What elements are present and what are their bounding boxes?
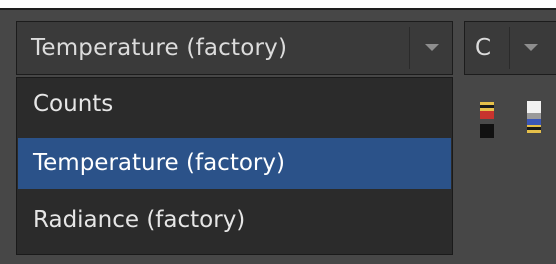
select-separator	[409, 27, 410, 69]
select-separator	[509, 27, 510, 69]
unit-mode-selected-value: Temperature (factory)	[31, 35, 288, 61]
level-up-icon[interactable]	[480, 102, 494, 138]
window-top-edge	[0, 0, 556, 8]
dropdown-option-counts[interactable]: Counts	[18, 79, 451, 130]
unit-mode-select[interactable]: Temperature (factory)	[16, 21, 453, 75]
temperature-unit-select[interactable]: C	[464, 21, 556, 75]
chevron-down-icon[interactable]	[524, 44, 538, 51]
unit-mode-dropdown-list: Counts Temperature (factory) Radiance (f…	[16, 77, 453, 255]
dropdown-option-temperature-factory[interactable]: Temperature (factory)	[18, 138, 451, 189]
chevron-down-icon[interactable]	[425, 44, 439, 51]
level-down-icon[interactable]	[527, 101, 541, 137]
temperature-unit-selected-value: C	[475, 35, 492, 61]
dropdown-option-radiance-factory[interactable]: Radiance (factory)	[18, 195, 451, 246]
